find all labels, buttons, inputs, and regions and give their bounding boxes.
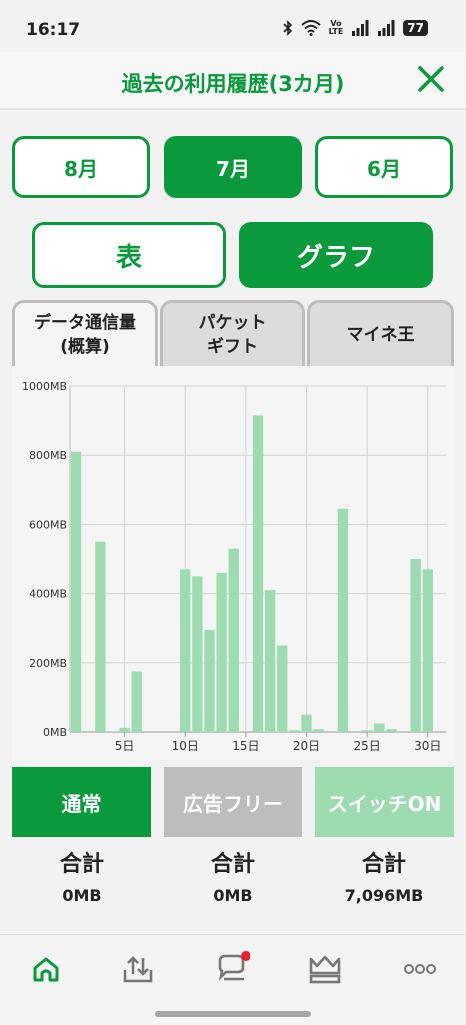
bar-day-1 (70, 451, 82, 732)
community-icon (218, 951, 250, 981)
y-tick-label: 0MB (43, 726, 67, 739)
total-value-switch-on: 7,096MB (344, 886, 424, 905)
x-tick-label: 30日 (414, 739, 441, 753)
home-indicator (155, 1011, 311, 1017)
bar-day-18 (277, 645, 288, 732)
bar-day-29 (410, 559, 421, 732)
tab-data-usage-line2: (概算) (60, 336, 110, 357)
status-icons: Vo LTE 77 (283, 20, 428, 36)
month-button-august[interactable]: 8月 (12, 136, 150, 198)
bar-day-6 (131, 671, 142, 732)
bar-day-13 (216, 572, 227, 732)
page-title: 過去の利用履歴(3カ月) (121, 72, 345, 96)
total-value-normal: 0MB (62, 886, 102, 905)
month-button-june[interactable]: 6月 (315, 136, 453, 198)
y-tick-label: 800MB (29, 449, 67, 462)
nav-home[interactable] (26, 949, 66, 989)
signal-icon-2 (378, 20, 395, 36)
bar-day-26 (374, 723, 385, 732)
crown-icon (309, 955, 341, 984)
bluetooth-icon (283, 20, 292, 36)
total-label-normal: 合計 (59, 852, 104, 877)
bar-day-10 (180, 569, 191, 732)
close-icon[interactable] (416, 64, 446, 94)
legend-ad-free-button[interactable]: 広告フリー (164, 767, 302, 837)
bar-day-21 (313, 729, 324, 732)
bar-day-20 (301, 714, 312, 732)
legend-normal-button[interactable]: 通常 (12, 767, 151, 837)
bar-day-2 (83, 730, 94, 732)
bar-day-19 (289, 730, 300, 732)
more-icon (404, 964, 436, 974)
graph-view-button[interactable]: グラフ (239, 222, 433, 288)
tab-data-usage-label: データ通信量 (概算) (34, 311, 136, 359)
status-bar: 16:17 Vo LTE 77 (0, 0, 466, 52)
y-tick-label: 400MB (29, 588, 67, 601)
nav-mineo-king[interactable] (305, 949, 345, 989)
wifi-icon (300, 20, 321, 36)
total-label-switch-on: 合計 (361, 852, 406, 877)
nav-more[interactable] (400, 949, 440, 989)
legend-switch-on-button[interactable]: スイッチON (315, 767, 454, 837)
bar-day-27 (386, 729, 397, 732)
month-button-july[interactable]: 7月 (164, 136, 302, 198)
tab-data-usage-line1: データ通信量 (34, 312, 136, 333)
volte-indicator: Vo LTE (328, 19, 344, 36)
x-tick-label: 25日 (354, 739, 381, 753)
bar-day-17 (264, 590, 276, 732)
x-tick-label: 15日 (232, 739, 259, 753)
signal-icon (352, 20, 369, 36)
tab-packet-gift-label: パケット ギフト (199, 311, 267, 359)
tab-mineo-king-label: マイネ王 (346, 324, 415, 345)
total-value-ad-free: 0MB (213, 886, 253, 905)
bar-day-12 (204, 629, 215, 732)
usage-chart: 0MB 200MB 400MB 600MB 800MB 1000MB 5日 10日 15日 20日… (12, 366, 454, 760)
y-tick-label: 1000MB (22, 380, 67, 393)
nav-community[interactable] (212, 949, 252, 989)
tab-packet-gift[interactable]: パケット ギフト (160, 300, 305, 366)
x-tick-label: 20日 (293, 739, 320, 753)
total-label-ad-free: 合計 (210, 852, 255, 877)
y-tick-label: 600MB (29, 518, 67, 531)
home-icon (33, 957, 59, 982)
bar-day-16 (252, 415, 264, 732)
y-tick-label: 200MB (29, 657, 67, 670)
bar-day-11 (192, 576, 203, 732)
data-share-icon (123, 956, 153, 983)
bar-day-23 (337, 508, 349, 732)
header: 過去の利用履歴(3カ月) (0, 52, 466, 110)
x-tick-label: 10日 (172, 739, 199, 753)
tab-data-usage[interactable]: データ通信量 (概算) (12, 300, 158, 366)
bar-day-3 (95, 541, 106, 732)
nav-data-share[interactable] (118, 949, 158, 989)
bar-day-25 (361, 730, 373, 732)
tab-mineo-king[interactable]: マイネ王 (307, 300, 454, 366)
bar-day-30 (422, 569, 433, 732)
bar-day-5 (119, 727, 130, 732)
status-time: 16:17 (26, 20, 81, 40)
tab-packet-gift-line2: ギフト (207, 336, 258, 357)
table-view-button[interactable]: 表 (32, 222, 226, 288)
battery-icon: 77 (403, 20, 428, 36)
bar-day-14 (228, 548, 239, 732)
x-tick-label: 5日 (115, 739, 135, 753)
usage-chart-svg: 0MB 200MB 400MB 600MB 800MB 1000MB 5日 10日 15日 20日… (22, 380, 446, 753)
bar-day-4 (107, 731, 118, 732)
tab-packet-gift-line1: パケット (198, 312, 267, 333)
